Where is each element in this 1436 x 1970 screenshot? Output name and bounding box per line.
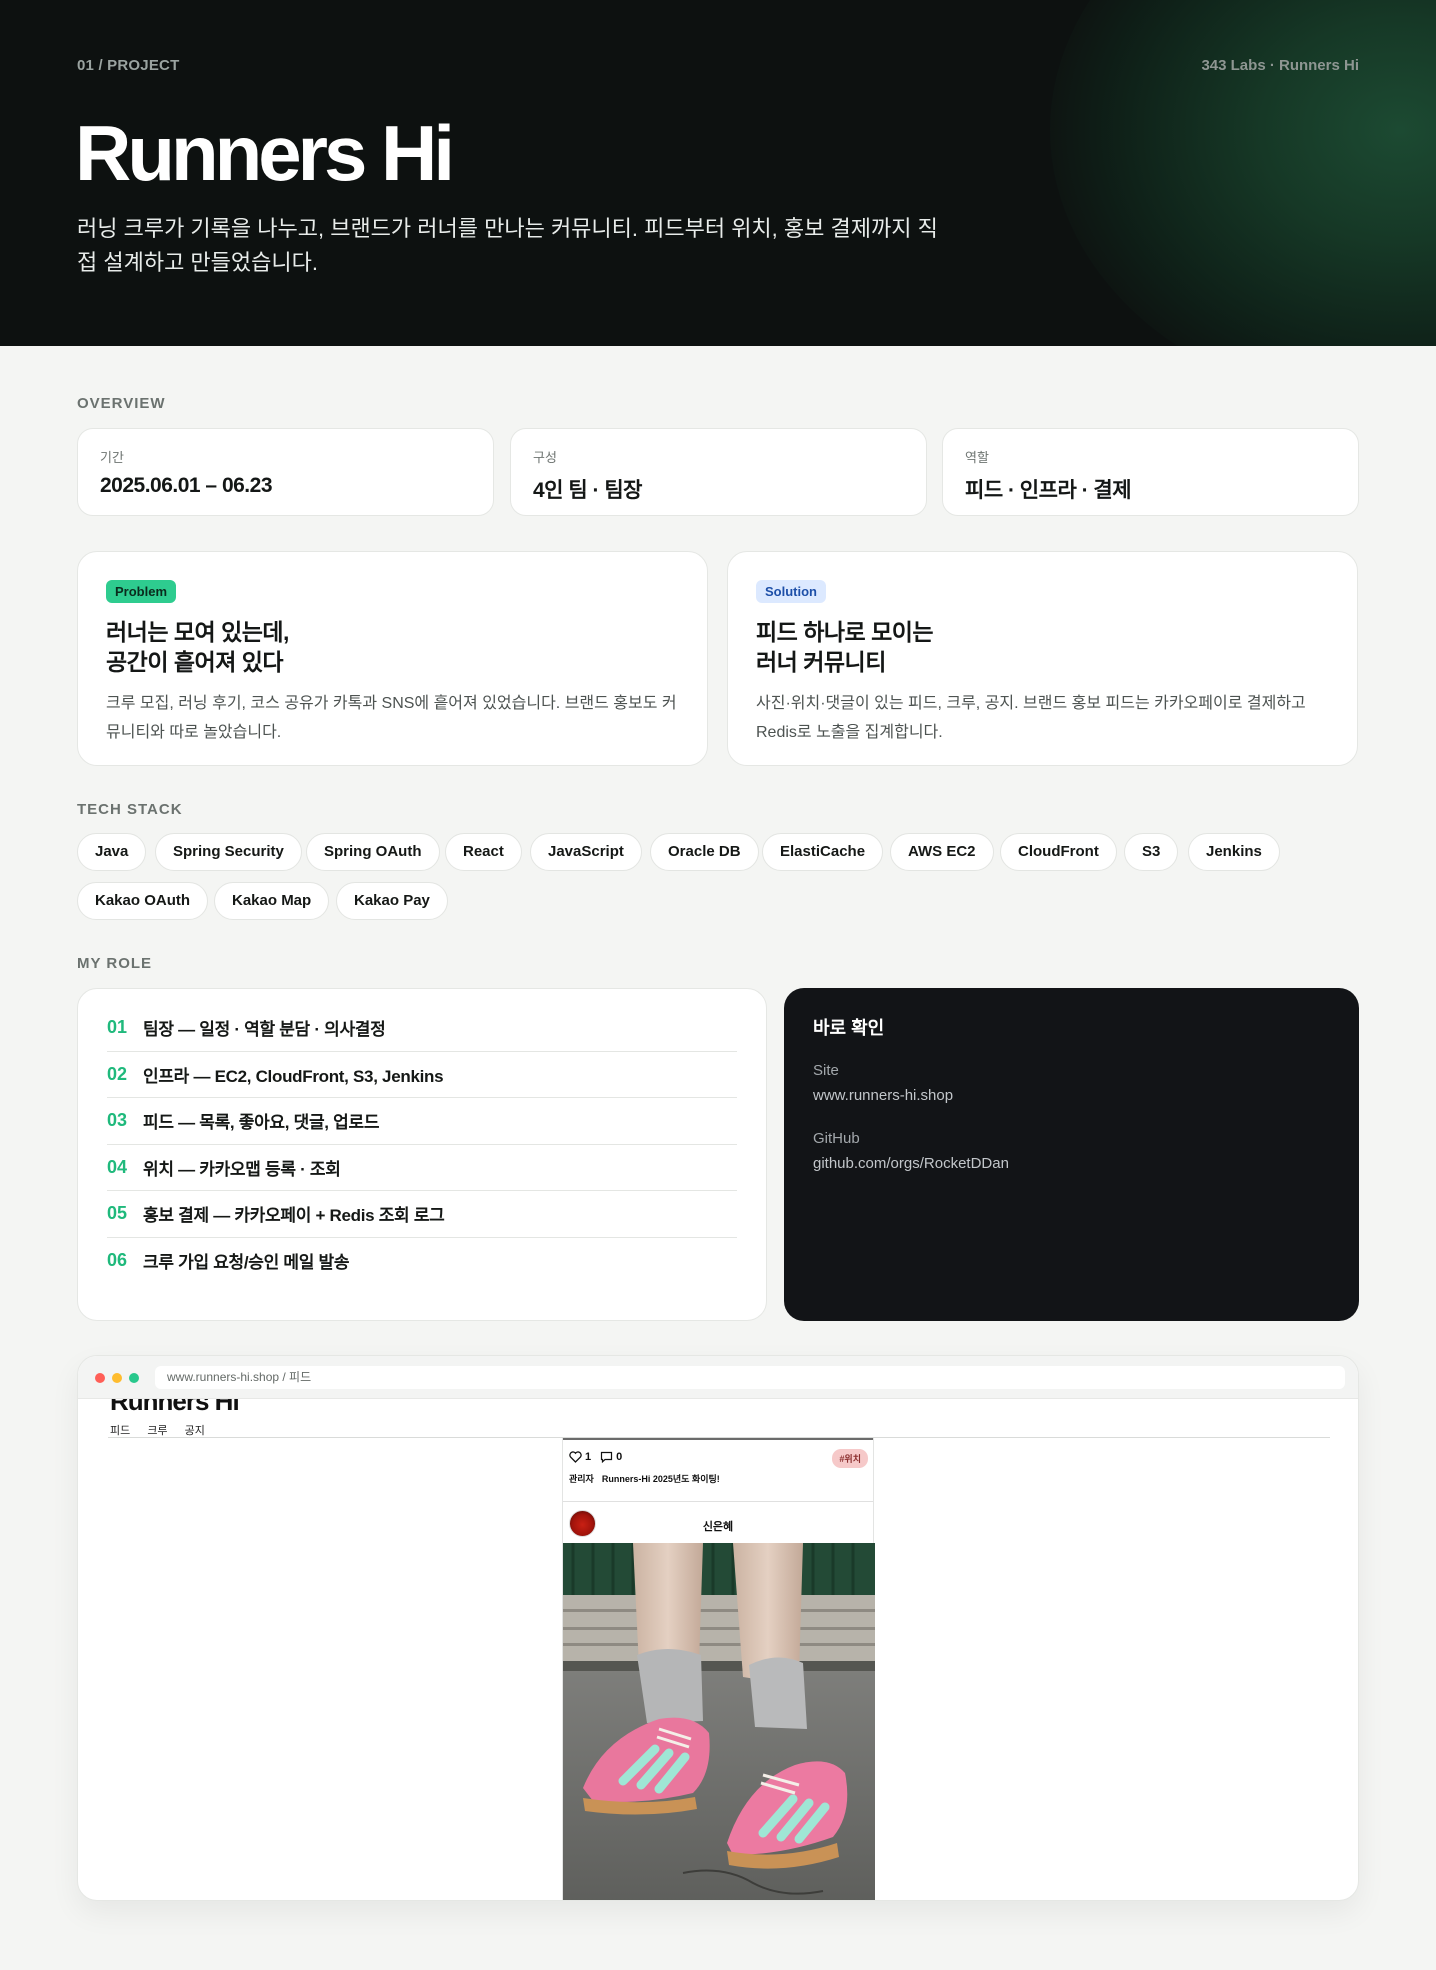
my-role-label: MY ROLE <box>77 955 153 972</box>
tech-pill: Oracle DB <box>650 833 759 871</box>
role-text: 피드 — 목록, 좋아요, 댓글, 업로드 <box>143 1113 380 1133</box>
role-item: 06 크루 가입 요청/승인 메일 발송 <box>107 1238 737 1285</box>
role-list: 01 팀장 — 일정 · 역할 분담 · 의사결정 02 인프라 — EC2, … <box>77 988 767 1321</box>
location-tag[interactable]: #위치 <box>832 1449 868 1468</box>
role-number: 01 <box>107 1017 128 1038</box>
tech-pill: Spring OAuth <box>306 833 440 871</box>
nav-notice[interactable]: 공지 <box>185 1425 205 1437</box>
role-item: 03 피드 — 목록, 좋아요, 댓글, 업로드 <box>107 1098 737 1145</box>
post-author: 관리자 <box>569 1474 594 1484</box>
hero-tag: 343 Labs · Runners Hi <box>1201 57 1359 74</box>
tech-pill: ElastiCache <box>762 833 884 871</box>
problem-title-line: 공간이 흩어져 있다 <box>106 649 284 675</box>
tech-pill: Jenkins <box>1188 833 1280 871</box>
overview-card-team: 구성 4인 팀 · 팀장 <box>510 428 927 516</box>
post-stats: 1 0 <box>569 1451 622 1463</box>
solution-card: Solution 피드 하나로 모이는 러너 커뮤니티 사진·위치·댓글이 있는… <box>727 551 1358 766</box>
browser-mockup: Runners Hi www.runners-hi.shop / 피드 피드 크… <box>77 1355 1359 1901</box>
site-link[interactable]: www.runners-hi.shop <box>813 1087 1330 1104</box>
divider <box>563 1501 873 1502</box>
quick-links-card: 바로 확인 Site www.runners-hi.shop GitHub gi… <box>784 988 1359 1321</box>
tech-pill: Java <box>77 833 147 871</box>
project-eyebrow: 01 / PROJECT <box>77 57 180 74</box>
role-item: 02 인프라 — EC2, CloudFront, S3, Jenkins <box>107 1052 737 1098</box>
quick-links-title: 바로 확인 <box>813 1018 885 1038</box>
nav-feed[interactable]: 피드 <box>110 1425 130 1437</box>
role-item: 01 팀장 — 일정 · 역할 분담 · 의사결정 <box>107 1005 737 1052</box>
feed-post: 1 0 #위치 관리자 Runners-Hi 2025년도 화이팅! 신은혜 <box>562 1438 875 1900</box>
solution-title-line: 러너 커뮤니티 <box>756 649 886 675</box>
comment-icon[interactable] <box>600 1451 613 1463</box>
overview-card-role: 역할 피드 · 인프라 · 결제 <box>942 428 1359 516</box>
overview-label: OVERVIEW <box>77 395 166 412</box>
role-item: 04 위치 — 카카오맵 등록 · 조회 <box>107 1145 737 1191</box>
project-title: Runners Hi <box>75 109 455 197</box>
github-link[interactable]: github.com/orgs/RocketDDan <box>813 1155 1330 1172</box>
browser-toolbar: www.runners-hi.shop / 피드 <box>78 1356 1358 1399</box>
tech-pill: AWS EC2 <box>890 833 994 871</box>
problem-card: Problem 러너는 모여 있는데, 공간이 흩어져 있다 크루 모집, 러닝… <box>77 551 708 766</box>
tech-pill: CloudFront <box>1000 833 1117 871</box>
role-number: 03 <box>107 1110 128 1131</box>
role-number: 06 <box>107 1250 128 1271</box>
tech-pill: JavaScript <box>530 833 642 871</box>
overview-card-period: 기간 2025.06.01 – 06.23 <box>77 428 494 516</box>
comment-count: 0 <box>616 1451 623 1463</box>
solution-title: 피드 하나로 모이는 러너 커뮤니티 <box>756 617 1329 677</box>
solution-badge: Solution <box>756 580 826 603</box>
problem-title-line: 러너는 모여 있는데, <box>106 619 289 645</box>
tech-pill: Kakao OAuth <box>77 882 209 920</box>
overview-key: 기간 <box>100 450 124 465</box>
heart-icon[interactable] <box>569 1451 582 1463</box>
role-number: 05 <box>107 1203 128 1224</box>
site-label: Site <box>813 1062 839 1079</box>
role-number: 04 <box>107 1156 128 1177</box>
solution-desc: 사진·위치·댓글이 있는 피드, 크루, 공지. 브랜드 홍보 피드는 카카오페… <box>756 695 1306 741</box>
tech-pill: React <box>445 833 522 871</box>
minimize-dot-icon <box>112 1373 122 1383</box>
tech-pill: Kakao Pay <box>336 882 448 920</box>
problem-title: 러너는 모여 있는데, 공간이 흩어져 있다 <box>106 617 679 677</box>
post-title: 관리자 Runners-Hi 2025년도 화이팅! <box>569 1472 728 1485</box>
overview-key: 역할 <box>965 450 989 465</box>
hero-glow <box>1050 0 1436 346</box>
divider <box>563 1438 873 1440</box>
overview-value: 4인 팀 · 팀장 <box>533 479 642 502</box>
overview-value: 2025.06.01 – 06.23 <box>100 474 273 497</box>
post-photo[interactable] <box>563 1543 875 1900</box>
project-lead: 러닝 크루가 기록을 나누고, 브랜드가 러너를 만나는 커뮤니티. 피드부터 … <box>77 216 938 275</box>
solution-title-line: 피드 하나로 모이는 <box>756 619 934 645</box>
overview-value: 피드 · 인프라 · 결제 <box>965 479 1132 502</box>
role-number: 02 <box>107 1063 128 1084</box>
role-text: 인프라 — EC2, CloudFront, S3, Jenkins <box>143 1066 444 1086</box>
tech-stack-label: TECH STACK <box>77 801 183 818</box>
site-nav: 피드 크루 공지 <box>110 1422 219 1438</box>
tech-pill: Kakao Map <box>214 882 330 920</box>
hero: 01 / PROJECT 343 Labs · Runners Hi Runne… <box>0 0 1436 346</box>
role-text: 팀장 — 일정 · 역할 분담 · 의사결정 <box>143 1020 386 1040</box>
maximize-dot-icon <box>129 1373 139 1383</box>
problem-badge: Problem <box>106 580 177 603</box>
close-dot-icon <box>95 1373 105 1383</box>
like-count: 1 <box>585 1451 592 1463</box>
problem-desc: 크루 모집, 러닝 후기, 코스 공유가 카톡과 SNS에 흩어져 있었습니다.… <box>106 695 677 741</box>
tech-pill: S3 <box>1124 833 1179 871</box>
sneakers-photo <box>563 1543 875 1900</box>
role-text: 위치 — 카카오맵 등록 · 조회 <box>143 1159 341 1179</box>
tech-pill: Spring Security <box>155 833 302 871</box>
post-title-text: Runners-Hi 2025년도 화이팅! <box>601 1474 720 1484</box>
github-label: GitHub <box>813 1130 860 1147</box>
role-text: 홍보 결제 — 카카오페이 + Redis 조회 로그 <box>143 1206 445 1226</box>
address-bar[interactable]: www.runners-hi.shop / 피드 <box>155 1366 1345 1389</box>
post-username: 신은혜 <box>702 1521 734 1533</box>
role-item: 05 홍보 결제 — 카카오페이 + Redis 조회 로그 <box>107 1191 737 1238</box>
role-text: 크루 가입 요청/승인 메일 발송 <box>143 1253 350 1273</box>
nav-crew[interactable]: 크루 <box>147 1425 167 1437</box>
overview-key: 구성 <box>533 450 557 465</box>
